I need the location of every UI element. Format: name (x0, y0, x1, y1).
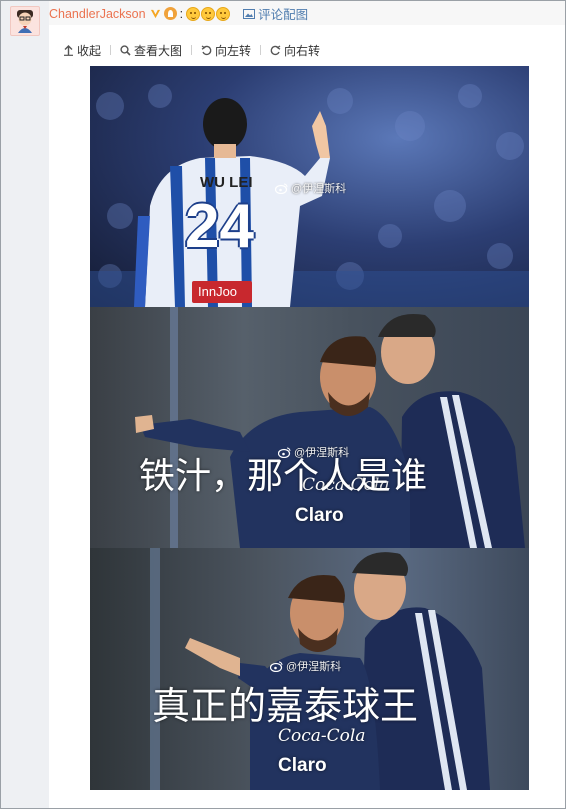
rotate-right-button[interactable]: 向右转 (270, 42, 320, 59)
weibo-logo-icon (278, 447, 291, 458)
avatar-face-icon (17, 10, 33, 33)
rotate-right-label: 向右转 (284, 43, 321, 58)
view-large-label: 查看大图 (134, 43, 183, 58)
image-panel-3: Coca-Cola Claro 真正的嘉泰球王 @伊涅斯科 (90, 548, 529, 790)
username-link[interactable]: ChandlerJackson (49, 7, 146, 21)
rotate-left-label: 向左转 (215, 43, 252, 58)
watermark-text: @伊涅斯科 (294, 447, 350, 459)
watermark-text: @伊涅斯科 (286, 661, 342, 673)
image-comment-label: 评论配图 (258, 8, 309, 22)
picture-icon (243, 8, 256, 19)
image-panel-1: WU LEI 24 InnJoo @伊涅斯科 (90, 66, 529, 307)
meme-caption-2: 真正的嘉泰球王 (152, 684, 419, 728)
jersey-number-text: 24 (185, 192, 254, 261)
sponsor-claro-text: Claro (278, 755, 327, 776)
weibo-watermark: @伊涅斯科 (275, 180, 346, 196)
magnifier-icon (120, 44, 131, 56)
arrow-up-icon (64, 44, 73, 56)
jersey-name-text: WU LEI (200, 174, 253, 191)
comment-header: ChandlerJackson : 评论配图 (49, 1, 565, 25)
weibo-watermark: @伊涅斯科 (270, 658, 341, 674)
left-column (1, 1, 49, 808)
colon: : (179, 6, 184, 21)
weibo-watermark: @伊涅斯科 (278, 444, 349, 460)
avatar[interactable] (10, 6, 40, 36)
image-comment-link[interactable]: 评论配图 (243, 4, 308, 23)
comment-line: ChandlerJackson : 评论配图 (49, 4, 308, 23)
rotate-right-icon (270, 44, 281, 55)
laugh-emoji-icon (186, 6, 201, 21)
collapse-button[interactable]: 收起 (63, 42, 101, 59)
toolbar-divider (110, 45, 112, 55)
image-panel-2: Coca-Cola Claro 铁汁，那个人是谁 @伊涅斯科 (90, 307, 529, 548)
laugh-emoji-icon (216, 6, 231, 21)
image-toolbar: 收起 查看大图 向左转 向右转 (63, 41, 320, 59)
view-large-button[interactable]: 查看大图 (120, 42, 182, 59)
verified-v-icon (150, 9, 160, 19)
collapse-label: 收起 (77, 43, 102, 58)
comment-area: ChandlerJackson : 评论配图 收起 查看大图 向左转 向右转 W… (49, 1, 565, 808)
toolbar-divider (260, 45, 262, 55)
laugh-emoji-icon (201, 6, 216, 21)
rotate-left-icon (201, 44, 212, 55)
watermark-text: @伊涅斯科 (291, 183, 347, 195)
toolbar-divider (191, 45, 193, 55)
weibo-logo-icon (275, 183, 288, 194)
sponsor-innjoo-text: InnJoo (198, 284, 238, 299)
rotate-left-button[interactable]: 向左转 (201, 42, 251, 59)
sponsor-claro-text: Claro (295, 505, 344, 526)
comment-image[interactable]: WU LEI 24 InnJoo @伊涅斯科 Coca-Cola Claro 铁… (90, 66, 529, 790)
weibo-logo-icon (270, 661, 283, 672)
medal-badge-icon (163, 7, 177, 20)
